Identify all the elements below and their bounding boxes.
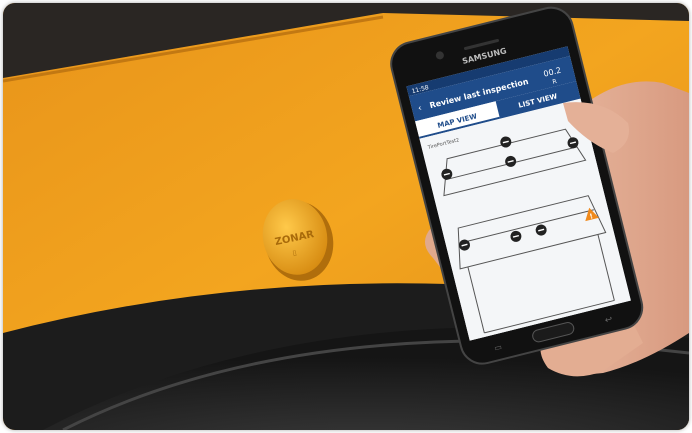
photo-scene: ZONAR ▯ SAMSUNG 11:58 ‹ Review last insp…	[3, 3, 689, 430]
photo-frame: ZONAR ▯ SAMSUNG 11:58 ‹ Review last insp…	[3, 3, 689, 430]
